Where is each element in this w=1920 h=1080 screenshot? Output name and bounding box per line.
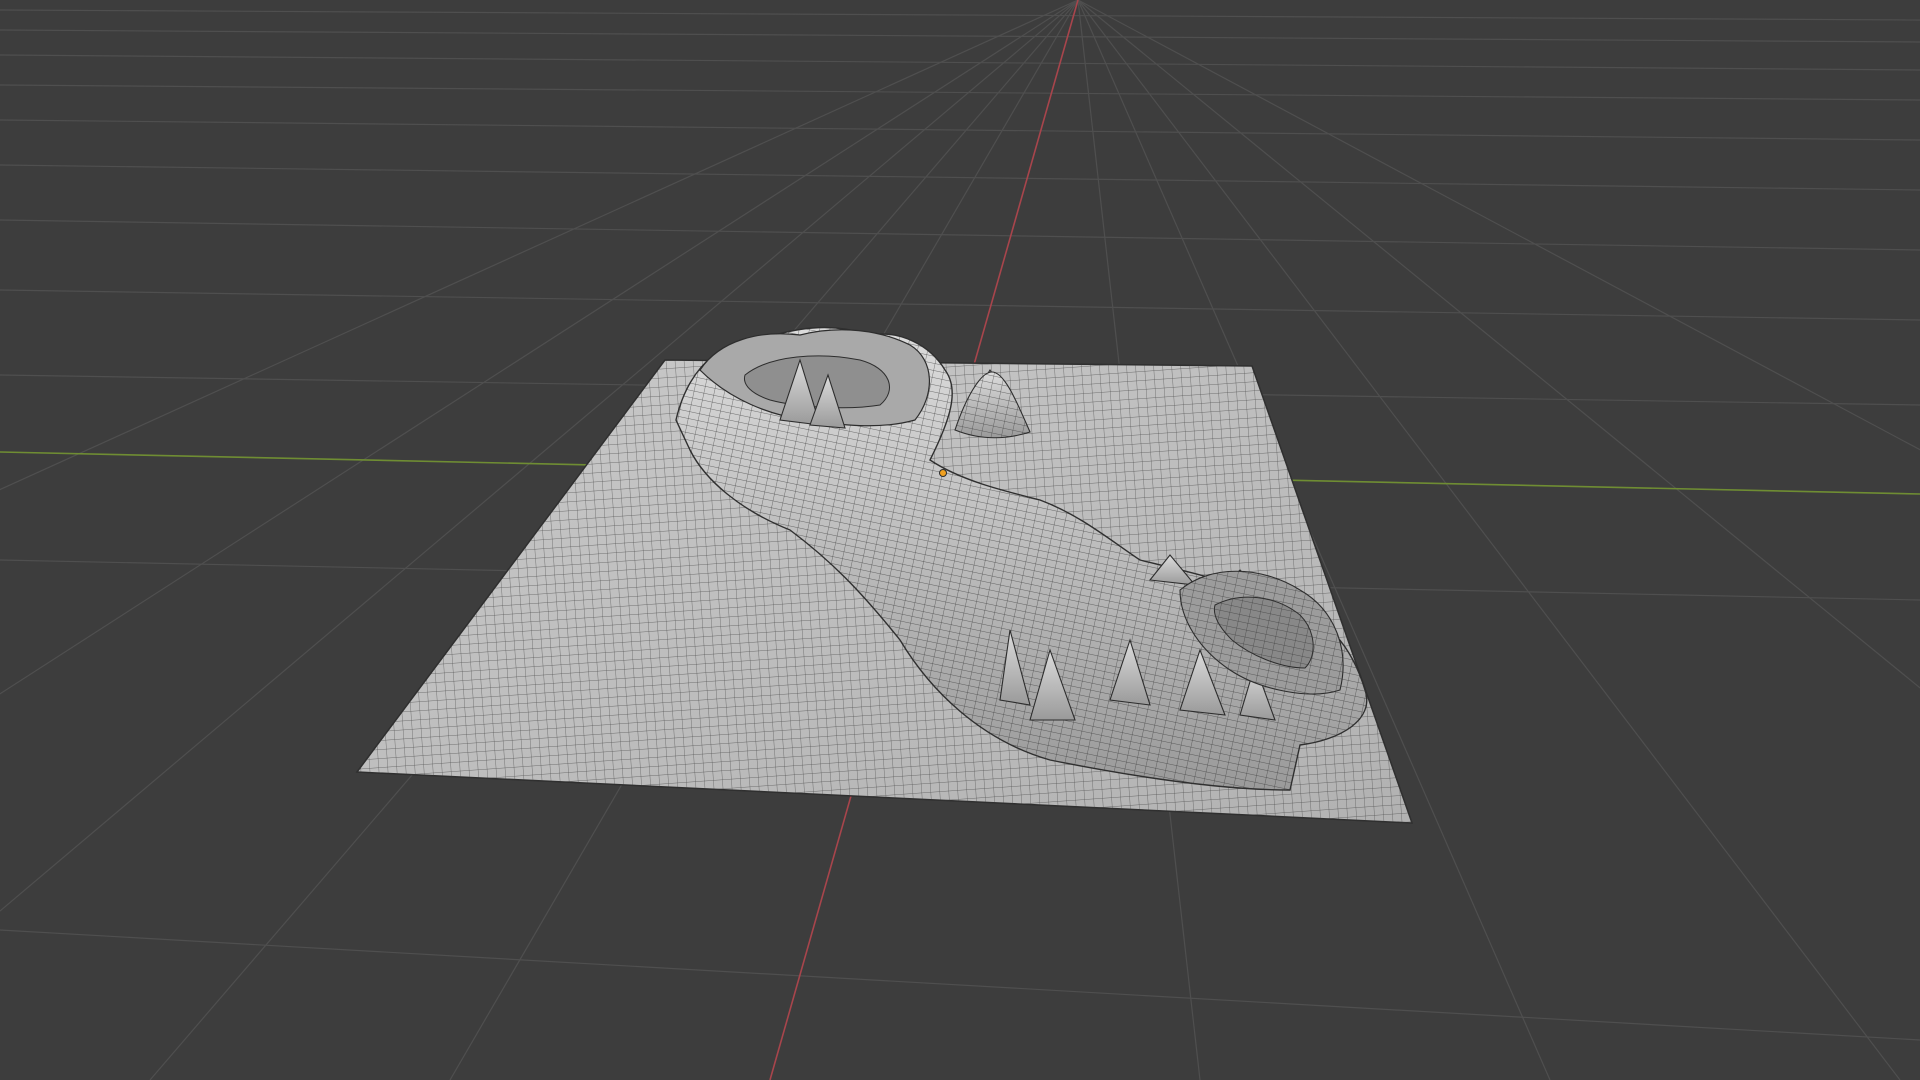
viewport-canvas[interactable] [0,0,1920,1080]
terrain-mesh[interactable] [355,326,1414,824]
floor-grid-line [0,54,1920,71]
floor-grid-line [0,9,1920,21]
floor-grid-line [0,29,1920,43]
floor-grid-line [0,929,1920,1041]
floor-grid-line [0,289,1920,321]
floor-grid-line [0,84,1920,101]
floor-grid-line [0,164,1920,191]
object-origin-dot[interactable] [939,469,947,477]
3d-viewport[interactable] [0,0,1920,1080]
floor-grid-line [0,219,1920,251]
